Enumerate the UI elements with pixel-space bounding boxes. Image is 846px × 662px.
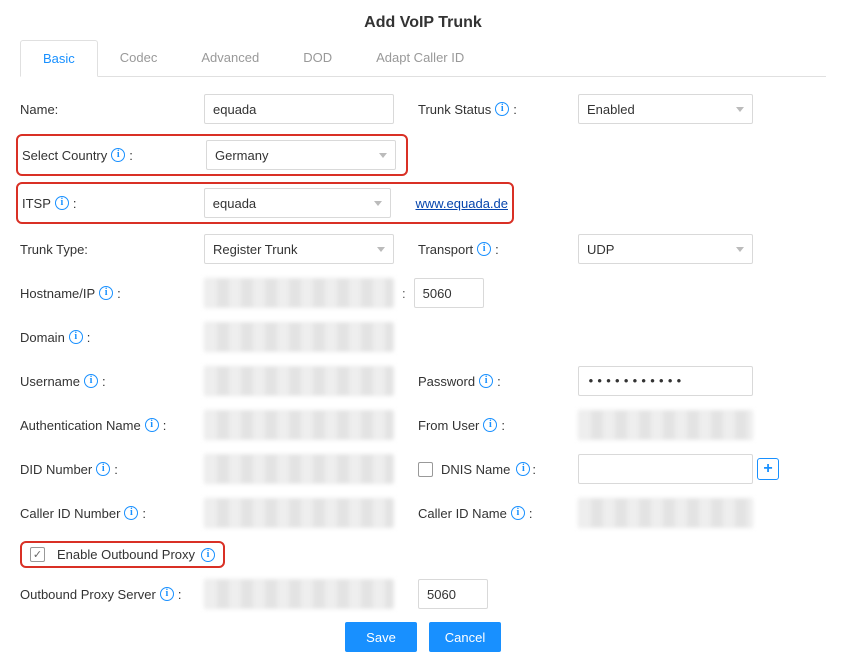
trunk-status-select[interactable]: Enabled (578, 94, 753, 124)
highlight-select-country: Select Country : Germany (16, 134, 408, 176)
transport-label: Transport (418, 242, 473, 257)
trunk-type-select[interactable]: Register Trunk (204, 234, 394, 264)
info-icon[interactable] (516, 462, 530, 476)
domain-label: Domain (20, 330, 65, 345)
enable-outbound-proxy-label: Enable Outbound Proxy (57, 547, 195, 562)
port-input[interactable] (414, 278, 484, 308)
itsp-select[interactable]: equada (204, 188, 392, 218)
tab-codec[interactable]: Codec (98, 40, 180, 76)
hostname-input[interactable] (204, 278, 394, 308)
did-input[interactable] (204, 454, 394, 484)
info-icon[interactable] (69, 330, 83, 344)
info-icon[interactable] (477, 242, 491, 256)
info-icon[interactable] (479, 374, 493, 388)
info-icon[interactable] (160, 587, 174, 601)
port-separator: : (402, 286, 406, 301)
password-input[interactable] (578, 366, 753, 396)
outbound-proxy-label: Outbound Proxy Server (20, 587, 156, 602)
info-icon[interactable] (96, 462, 110, 476)
chevron-down-icon (736, 107, 744, 112)
auth-name-label: Authentication Name (20, 418, 141, 433)
itsp-link[interactable]: www.equada.de (415, 196, 508, 211)
chevron-down-icon (374, 201, 382, 206)
highlight-itsp: ITSP : equada www.equada.de (16, 182, 514, 224)
trunk-type-label: Trunk Type: (20, 242, 88, 257)
tab-bar: Basic Codec Advanced DOD Adapt Caller ID (20, 40, 826, 77)
select-country-label: Select Country (22, 148, 107, 163)
chevron-down-icon (377, 247, 385, 252)
username-input[interactable] (204, 366, 394, 396)
info-icon[interactable] (511, 506, 525, 520)
select-country-select[interactable]: Germany (206, 140, 396, 170)
info-icon[interactable] (99, 286, 113, 300)
itsp-value: equada (213, 196, 256, 211)
dnis-input[interactable] (578, 454, 753, 484)
add-button[interactable] (757, 458, 779, 480)
username-label: Username (20, 374, 80, 389)
info-icon[interactable] (483, 418, 497, 432)
tab-basic[interactable]: Basic (20, 40, 98, 77)
did-label: DID Number (20, 462, 92, 477)
highlight-outbound-proxy: Enable Outbound Proxy (20, 541, 225, 568)
password-label: Password (418, 374, 475, 389)
transport-select[interactable]: UDP (578, 234, 753, 264)
tab-advanced[interactable]: Advanced (179, 40, 281, 76)
button-bar: Save Cancel (20, 622, 826, 652)
chevron-down-icon (379, 153, 387, 158)
info-icon[interactable] (84, 374, 98, 388)
tab-adapt-caller-id[interactable]: Adapt Caller ID (354, 40, 486, 76)
dnis-checkbox[interactable] (418, 462, 433, 477)
save-button[interactable]: Save (345, 622, 417, 652)
from-user-label: From User (418, 418, 479, 433)
outbound-proxy-port-input[interactable] (418, 579, 488, 609)
auth-name-input[interactable] (204, 410, 394, 440)
trunk-status-value: Enabled (587, 102, 635, 117)
info-icon[interactable] (111, 148, 125, 162)
select-country-value: Germany (215, 148, 268, 163)
info-icon[interactable] (55, 196, 69, 210)
info-icon[interactable] (145, 418, 159, 432)
chevron-down-icon (736, 247, 744, 252)
itsp-label: ITSP (22, 196, 51, 211)
cancel-button[interactable]: Cancel (429, 622, 501, 652)
info-icon[interactable] (124, 506, 138, 520)
outbound-proxy-input[interactable] (204, 579, 394, 609)
hostname-label: Hostname/IP (20, 286, 95, 301)
dnis-label: DNIS Name (441, 462, 510, 477)
from-user-input[interactable] (578, 410, 753, 440)
caller-id-num-input[interactable] (204, 498, 394, 528)
caller-id-name-input[interactable] (578, 498, 753, 528)
caller-id-num-label: Caller ID Number (20, 506, 120, 521)
tab-dod[interactable]: DOD (281, 40, 354, 76)
trunk-status-label: Trunk Status (418, 102, 491, 117)
transport-value: UDP (587, 242, 614, 257)
name-input[interactable] (204, 94, 394, 124)
trunk-type-value: Register Trunk (213, 242, 298, 257)
info-icon[interactable] (201, 548, 215, 562)
enable-outbound-proxy-checkbox[interactable] (30, 547, 45, 562)
domain-input[interactable] (204, 322, 394, 352)
page-title: Add VoIP Trunk (20, 14, 826, 32)
name-label: Name: (20, 102, 58, 117)
info-icon[interactable] (495, 102, 509, 116)
caller-id-name-label: Caller ID Name (418, 506, 507, 521)
